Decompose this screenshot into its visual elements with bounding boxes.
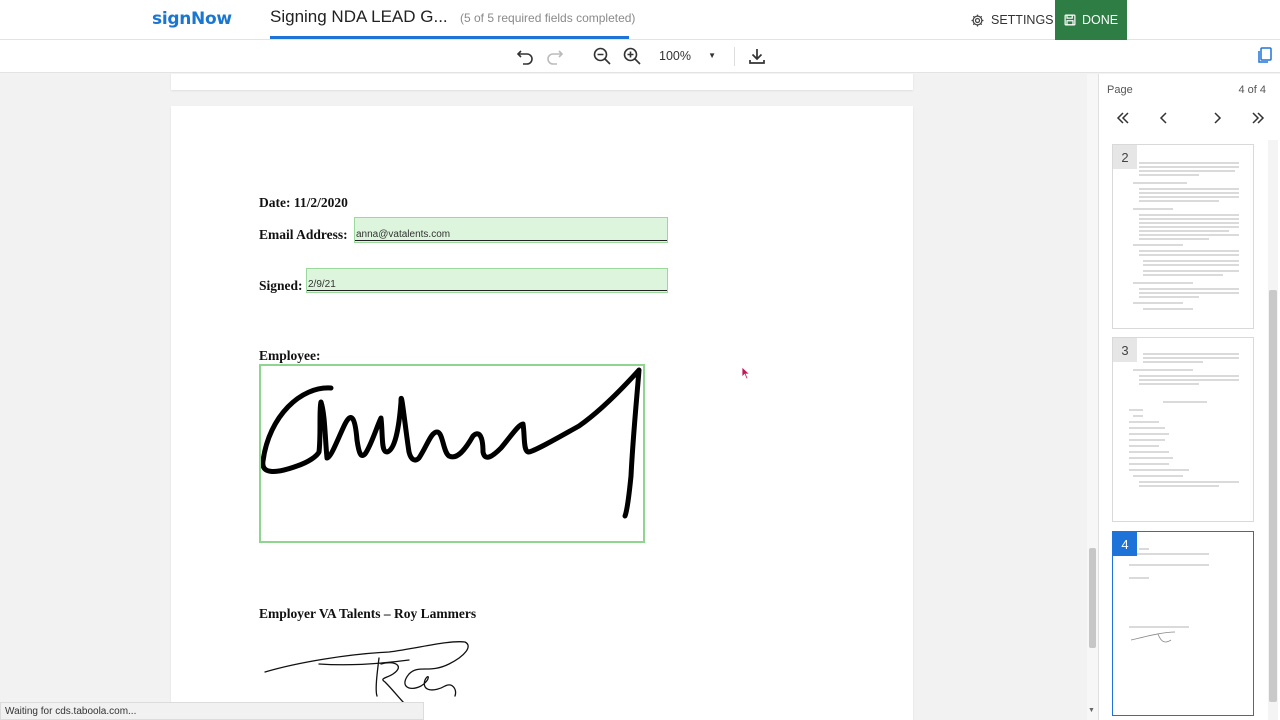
pages-panel: Page 4 of 4 2 3 4 bbox=[1098, 74, 1280, 720]
page-thumbnail-number: 3 bbox=[1113, 338, 1137, 362]
zoom-out-icon[interactable] bbox=[592, 46, 612, 66]
toolbar: 100% ▼ bbox=[0, 40, 1280, 73]
page-thumbnail-4[interactable]: 4 bbox=[1112, 531, 1254, 716]
download-icon[interactable] bbox=[747, 46, 767, 66]
email-value: anna@vatalents.com bbox=[356, 229, 451, 240]
scroll-down-arrow-icon[interactable]: ▼ bbox=[1088, 707, 1095, 714]
page-thumbnail-3[interactable]: 3 bbox=[1112, 337, 1254, 522]
document-scrollbar-thumb[interactable] bbox=[1089, 548, 1096, 648]
progress-underline bbox=[270, 36, 629, 39]
first-page-icon[interactable] bbox=[1115, 110, 1131, 126]
signed-label: Signed: bbox=[259, 278, 303, 293]
document-page: Date: 11/2/2020 Email Address: anna@vata… bbox=[171, 106, 913, 720]
pages-panel-scrollbar[interactable] bbox=[1268, 140, 1278, 720]
next-page-icon[interactable] bbox=[1209, 110, 1225, 126]
document-scrollbar[interactable]: ▼ bbox=[1087, 74, 1098, 720]
page-thumbnail-preview bbox=[1133, 162, 1239, 310]
pages-panel-scrollbar-thumb[interactable] bbox=[1269, 290, 1277, 702]
caret-down-icon: ▼ bbox=[708, 51, 716, 60]
page-label: Page bbox=[1107, 84, 1133, 96]
field-underline bbox=[355, 240, 667, 241]
redo-icon[interactable] bbox=[545, 46, 565, 66]
field-underline bbox=[307, 290, 667, 291]
save-icon bbox=[1064, 14, 1076, 26]
undo-icon[interactable] bbox=[515, 46, 535, 66]
employee-signature-field[interactable] bbox=[259, 364, 645, 543]
cursor-icon bbox=[741, 366, 751, 380]
settings-label: SETTINGS bbox=[991, 13, 1054, 27]
document-title: Signing NDA LEAD G... bbox=[270, 7, 448, 26]
signed-date-field[interactable]: 2/9/21 bbox=[306, 268, 668, 293]
done-label: DONE bbox=[1081, 13, 1119, 27]
page-thumbnail-number: 2 bbox=[1113, 145, 1137, 169]
top-bar: signNow Signing NDA LEAD G... (5 of 5 re… bbox=[0, 0, 1280, 40]
toolbar-divider bbox=[734, 47, 735, 66]
fields-status: (5 of 5 required fields completed) bbox=[460, 11, 636, 25]
last-page-icon[interactable] bbox=[1250, 110, 1266, 126]
page-thumbnail-2[interactable]: 2 bbox=[1112, 144, 1254, 329]
previous-page-edge bbox=[171, 74, 913, 90]
zoom-in-icon[interactable] bbox=[622, 46, 642, 66]
page-count: 4 of 4 bbox=[1238, 84, 1266, 96]
zoom-value: 100% bbox=[659, 49, 691, 63]
gear-icon bbox=[971, 14, 984, 26]
zoom-select[interactable]: 100% ▼ bbox=[650, 45, 724, 67]
page-thumbnail-number: 4 bbox=[1113, 532, 1137, 556]
previous-page-icon[interactable] bbox=[1156, 110, 1172, 126]
done-button[interactable]: DONE bbox=[1055, 0, 1127, 40]
employee-label: Employee: bbox=[259, 348, 321, 363]
signed-date-value: 2/9/21 bbox=[308, 279, 336, 290]
signnow-logo[interactable]: signNow bbox=[152, 9, 232, 29]
status-bar: Waiting for cds.taboola.com... bbox=[0, 702, 424, 720]
employee-signature-image bbox=[260, 367, 642, 519]
email-label: Email Address: bbox=[259, 227, 348, 242]
document-viewer[interactable]: Date: 11/2/2020 Email Address: anna@vata… bbox=[0, 74, 1098, 720]
pages-panel-toggle-icon[interactable] bbox=[1256, 46, 1274, 64]
page-thumbnail-preview bbox=[1129, 353, 1239, 487]
email-field[interactable]: anna@vatalents.com bbox=[354, 217, 668, 243]
employer-label: Employer VA Talents – Roy Lammers bbox=[259, 606, 477, 621]
page-thumbnail-preview bbox=[1129, 548, 1209, 643]
settings-button[interactable]: SETTINGS bbox=[970, 0, 1054, 40]
date-line: Date: 11/2/2020 bbox=[259, 195, 348, 210]
